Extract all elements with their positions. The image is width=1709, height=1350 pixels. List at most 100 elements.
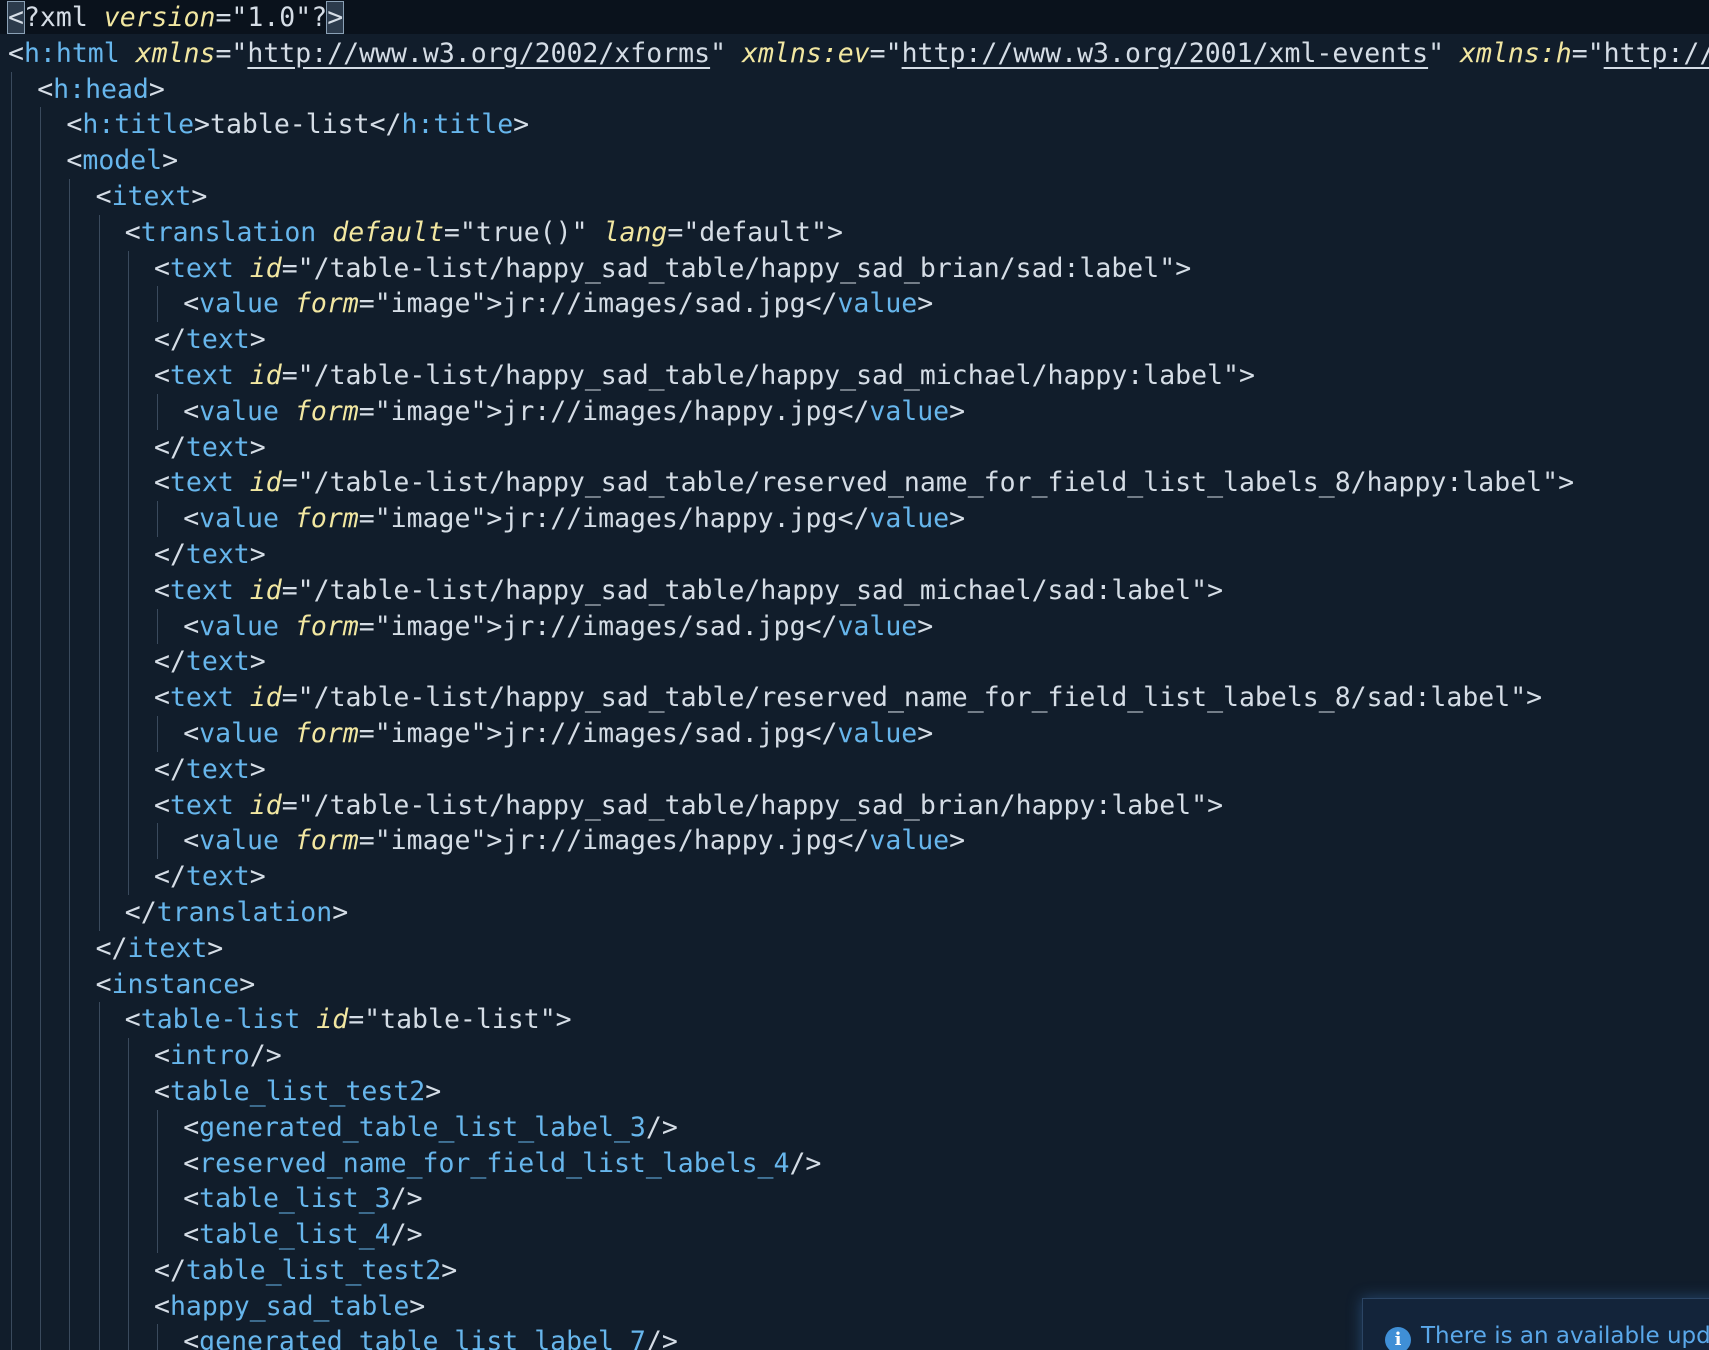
code-token-bracket: > (194, 109, 211, 141)
code-token-bracket: </ (154, 538, 186, 570)
code-line[interactable]: <table_list_3/> (0, 1181, 1709, 1218)
code-line[interactable]: <value form="image">jr://images/sad.jpg<… (0, 715, 1709, 752)
code-token-bracket: < (154, 359, 170, 391)
code-line[interactable]: </itext> (0, 930, 1709, 967)
code-token-bracket: > (1175, 252, 1192, 284)
code-token-bracket: /> (645, 1326, 678, 1350)
code-lines[interactable]: <?xml version="1.0"?> <h:html xmlns="http… (0, 0, 1709, 1350)
code-token-tag: text (185, 538, 250, 570)
code-line[interactable]: <model> (0, 143, 1709, 179)
code-token-bracket: > (917, 717, 934, 749)
code-line[interactable]: </translation> (0, 894, 1709, 931)
code-line[interactable]: <h:head> (0, 71, 1709, 108)
code-line[interactable]: <text id="/table-list/happy_sad_table/ha… (0, 787, 1709, 824)
code-token-attr: id (249, 789, 282, 821)
code-line[interactable]: <?xml version="1.0"?> (0, 0, 1709, 36)
indent-guide (69, 1145, 71, 1182)
code-token-bracket: > (249, 324, 266, 356)
code-token-q: " (1191, 574, 1208, 606)
code-line[interactable]: <text id="/table-list/happy_sad_table/ha… (0, 357, 1709, 394)
code-token-q: " (470, 395, 487, 427)
code-line[interactable]: <instance> (0, 966, 1709, 1003)
code-line[interactable]: <intro/> (0, 1038, 1709, 1074)
code-line[interactable]: <value form="image">jr://images/happy.jp… (0, 393, 1709, 430)
code-token-eq: = (358, 610, 375, 642)
code-token-bracket: > (249, 861, 266, 893)
indent-guide (69, 966, 71, 1003)
indent-guide (69, 429, 71, 466)
code-line[interactable]: </text> (0, 644, 1709, 681)
code-token-attr: version (103, 2, 216, 33)
indent-guide (98, 751, 100, 788)
indent-guide (40, 107, 42, 144)
code-token-bracket: < (183, 395, 200, 427)
code-line[interactable]: <h:title>table-list</h:title> (0, 107, 1709, 144)
code-line[interactable]: <itext> (0, 178, 1709, 215)
indent-guide (98, 501, 100, 537)
code-token-str: image (390, 717, 471, 749)
code-token-tag: h:title (82, 109, 195, 141)
code-line[interactable]: </text> (0, 429, 1709, 466)
code-token-bracket: > (191, 180, 208, 212)
code-line-content: <text id="/table-list/happy_sad_table/ha… (154, 358, 1255, 394)
code-line[interactable]: <table_list_test2> (0, 1073, 1709, 1110)
code-editor[interactable]: <?xml version="1.0"?> <h:html xmlns="http… (0, 0, 1709, 1350)
code-line-content: <h:head> (37, 72, 165, 108)
indent-guide (69, 1038, 71, 1074)
code-line[interactable]: </text> (0, 536, 1709, 573)
indent-guide (127, 393, 129, 430)
code-token-str: /table-list/happy_sad_table/reserved_nam… (313, 682, 1511, 714)
update-notification[interactable]: i There is an available update (1362, 1298, 1709, 1350)
indent-guide (127, 1324, 129, 1350)
code-token-bracket: < (154, 682, 170, 714)
indent-guide (98, 393, 100, 430)
code-line[interactable]: </text> (0, 859, 1709, 895)
indent-guide (11, 1145, 12, 1182)
code-token-tag: intro (169, 1040, 250, 1072)
indent-guide (69, 823, 71, 860)
code-token-bracket: </ (154, 431, 186, 463)
code-line[interactable]: <text id="/table-list/happy_sad_table/re… (0, 680, 1709, 716)
code-token-q: " (539, 1004, 556, 1036)
indent-guide (11, 501, 12, 537)
code-line-content: <table-list id="table-list"> (125, 1002, 572, 1038)
code-token-tag: model (82, 145, 163, 177)
code-line[interactable]: <text id="/table-list/happy_sad_table/ha… (0, 572, 1709, 609)
code-line[interactable]: <value form="image">jr://images/happy.jp… (0, 823, 1709, 860)
code-line[interactable]: <value form="image">jr://images/happy.jp… (0, 501, 1709, 537)
code-line[interactable]: </table_list_test2> (0, 1252, 1709, 1289)
code-line-content: <text id="/table-list/happy_sad_table/ha… (154, 573, 1223, 609)
indent-guide (11, 107, 12, 144)
code-line[interactable]: </text> (0, 322, 1709, 358)
code-token-bracket: < (95, 180, 112, 212)
indent-guide (98, 322, 100, 358)
code-line[interactable]: <translation default="true()" lang="defa… (0, 214, 1709, 251)
code-token-bracket: < (183, 1183, 200, 1215)
code-line[interactable]: <generated_table_list_label_3/> (0, 1109, 1709, 1146)
code-token-bracket: > (486, 503, 503, 535)
indent-guide (127, 322, 129, 358)
code-line[interactable]: <value form="image">jr://images/sad.jpg<… (0, 608, 1709, 645)
code-line[interactable]: </text> (0, 751, 1709, 788)
code-line-content: <text id="/table-list/happy_sad_table/re… (154, 680, 1542, 716)
code-line[interactable]: <text id="/table-list/happy_sad_table/ha… (0, 250, 1709, 287)
code-token-eq: = (358, 288, 375, 320)
code-line[interactable]: <text id="/table-list/happy_sad_table/re… (0, 465, 1709, 502)
code-token-str: image (390, 610, 471, 642)
code-token-attr: xmlns:ev (742, 37, 870, 69)
indent-guide (127, 1252, 129, 1289)
indent-guide (98, 1288, 100, 1325)
code-line[interactable]: <table-list id="table-list"> (0, 1002, 1709, 1039)
code-token-tag: value (869, 395, 950, 427)
code-line[interactable]: <h:html xmlns="http://www.w3.org/2002/xf… (0, 36, 1709, 72)
code-line[interactable]: <table_list_4/> (0, 1217, 1709, 1253)
indent-guide (127, 465, 129, 502)
indent-guide (157, 1324, 158, 1350)
code-line[interactable]: <reserved_name_for_field_list_labels_4/> (0, 1145, 1709, 1182)
indent-guide (69, 859, 71, 895)
code-token-attr: id (249, 467, 282, 499)
code-line[interactable]: <value form="image">jr://images/sad.jpg<… (0, 286, 1709, 323)
code-token-txt: table-list (210, 109, 370, 141)
code-token-eq: = (358, 717, 375, 749)
